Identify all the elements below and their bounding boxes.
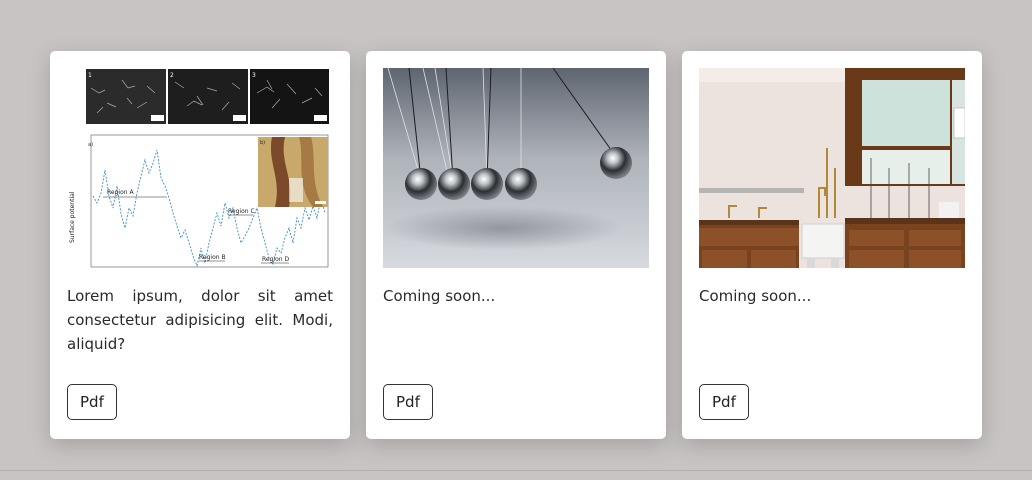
panel-label-1: 1 — [88, 72, 92, 79]
surface-potential-figure: 1 2 3 a) Surface potential Region A Regi… — [67, 68, 333, 268]
card-image-newtons-cradle — [383, 68, 649, 268]
card-description: Coming soon... — [699, 287, 812, 305]
card-description: Coming soon... — [383, 287, 496, 305]
panel-label-3: 3 — [252, 72, 256, 79]
project-card-3: Coming soon... Pdf — [682, 51, 982, 439]
pdf-button[interactable]: Pdf — [67, 384, 117, 420]
pdf-button[interactable]: Pdf — [383, 384, 433, 420]
project-card-2: Coming soon... Pdf — [366, 51, 666, 439]
bottom-divider — [0, 470, 1032, 471]
card-image-laboratory — [699, 68, 965, 268]
panel-label-a: a) — [88, 142, 93, 148]
newtons-cradle-image — [383, 68, 649, 268]
y-axis-label: Surface potential — [69, 191, 76, 243]
project-card-1: 1 2 3 a) Surface potential Region A Regi… — [50, 51, 350, 439]
region-a-label: Region A — [107, 189, 134, 196]
pdf-button[interactable]: Pdf — [699, 384, 749, 420]
card-description: Lorem ipsum, dolor sit amet consectetur … — [67, 287, 333, 353]
region-c-label: Region C — [228, 208, 255, 215]
card-image-figure: 1 2 3 a) Surface potential Region A Regi… — [67, 68, 333, 268]
region-b-label: Region B — [199, 254, 226, 261]
laboratory-image — [699, 68, 965, 268]
region-d-label: Region D — [262, 256, 289, 263]
panel-label-b: b) — [260, 140, 265, 146]
panel-label-2: 2 — [170, 72, 174, 79]
